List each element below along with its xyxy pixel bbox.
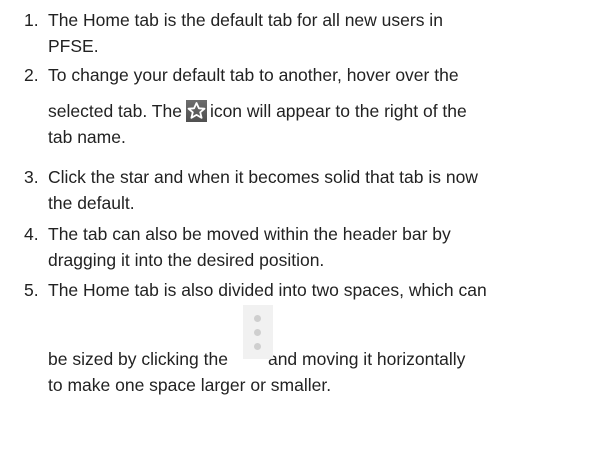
- list-item-text: The Home tab is also divided into two sp…: [48, 277, 596, 398]
- text-line: The tab can also be moved within the hea…: [48, 224, 451, 244]
- text-line: tab name.: [48, 127, 126, 147]
- text-line: The Home tab is the default tab for all …: [48, 10, 443, 30]
- text-line: PFSE.: [48, 36, 99, 56]
- list-item-text: The tab can also be moved within the hea…: [48, 221, 596, 273]
- instruction-list: 1. The Home tab is the default tab for a…: [0, 0, 596, 465]
- text-line: Click the star and when it becomes solid…: [48, 167, 478, 187]
- text-fragment: and moving it horizontally: [267, 349, 466, 369]
- text-line: To change your default tab to another, h…: [48, 65, 459, 85]
- list-item-text: To change your default tab to another, h…: [48, 62, 596, 150]
- list-item-text: The Home tab is the default tab for all …: [48, 7, 596, 59]
- text-line: the default.: [48, 193, 135, 213]
- vertical-dots-handle-icon: [243, 305, 273, 359]
- text-fragment: icon will appear to the right of the: [209, 101, 467, 121]
- star-icon: [185, 100, 207, 122]
- text-line: dragging it into the desired position.: [48, 250, 325, 270]
- text-line-with-icon: be sized by clicking the and moving it ho…: [48, 305, 596, 372]
- text-line: to make one space larger or smaller.: [48, 375, 332, 395]
- text-fragment: be sized by clicking the: [48, 349, 228, 369]
- list-item-text: Click the star and when it becomes solid…: [48, 164, 596, 216]
- text-fragment: selected tab. The: [48, 101, 182, 121]
- text-line-with-icon: selected tab. The icon will appear to the…: [48, 98, 596, 124]
- text-line: The Home tab is also divided into two sp…: [48, 280, 487, 300]
